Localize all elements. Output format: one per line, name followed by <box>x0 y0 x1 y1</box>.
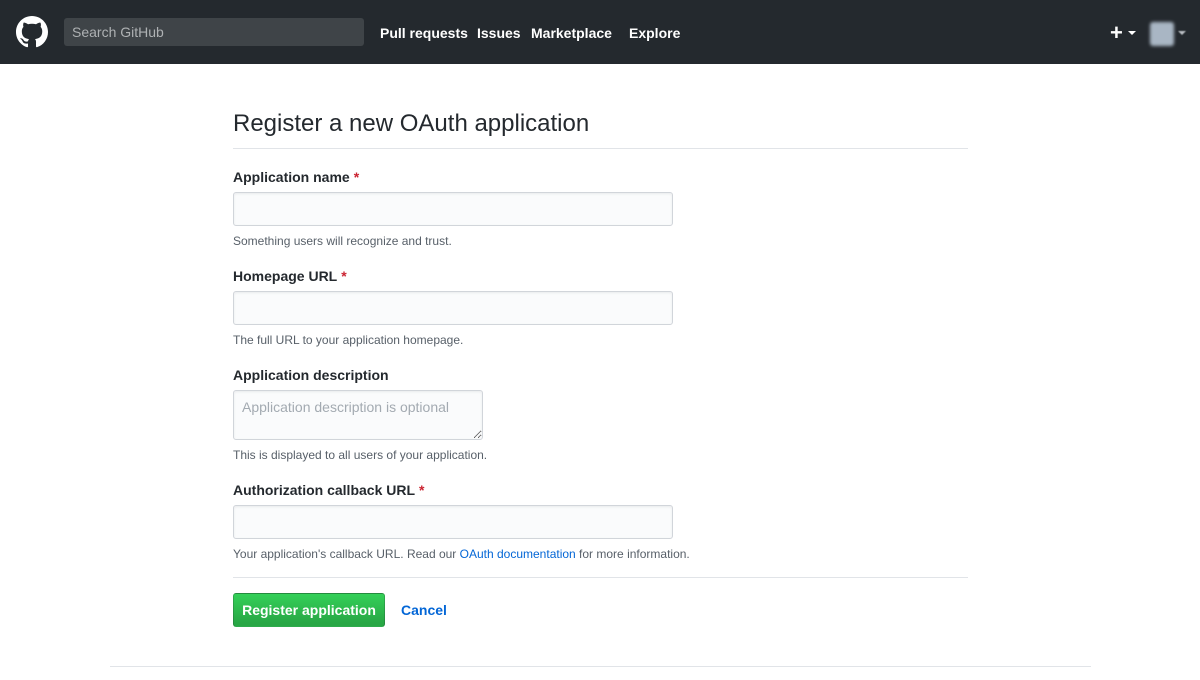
app-name-input[interactable] <box>233 192 673 226</box>
app-name-note: Something users will recognize and trust… <box>233 234 452 248</box>
form-actions-divider <box>233 577 968 578</box>
required-marker: * <box>341 268 347 284</box>
nav-issues[interactable]: Issues <box>477 24 521 42</box>
homepage-url-label-text: Homepage URL <box>233 268 338 284</box>
top-header: Pull requests Issues Marketplace Explore… <box>0 0 1200 64</box>
app-name-label-text: Application name <box>233 169 350 185</box>
callback-url-note: Your application's callback URL. Read ou… <box>233 546 690 562</box>
avatar-caret-icon <box>1178 31 1186 35</box>
create-new-dropdown[interactable]: + <box>1110 22 1138 44</box>
homepage-url-note: The full URL to your application homepag… <box>233 333 464 347</box>
plus-icon: + <box>1110 20 1123 45</box>
app-description-label-text: Application description <box>233 367 389 383</box>
page-title: Register a new OAuth application <box>233 110 590 137</box>
caret-down-icon <box>1128 31 1136 35</box>
app-description-textarea[interactable] <box>233 390 483 440</box>
title-divider <box>233 148 968 149</box>
homepage-url-label: Homepage URL * <box>233 267 347 285</box>
app-description-label: Application description <box>233 366 389 384</box>
register-application-button[interactable]: Register application <box>233 593 385 627</box>
homepage-url-input[interactable] <box>233 291 673 325</box>
oauth-documentation-link[interactable]: OAuth documentation <box>460 547 576 561</box>
search-input[interactable] <box>64 18 364 46</box>
callback-note-text-end: for more information. <box>575 547 690 561</box>
nav-marketplace[interactable]: Marketplace <box>531 24 612 42</box>
required-marker: * <box>353 169 360 185</box>
required-marker: * <box>419 482 425 498</box>
footer-divider <box>110 666 1091 667</box>
app-name-label: Application name * <box>233 168 359 186</box>
callback-note-text: Your application's callback URL. Read ou… <box>233 547 460 561</box>
cancel-link[interactable]: Cancel <box>401 602 447 618</box>
github-logo-icon[interactable] <box>16 16 48 48</box>
app-description-note: This is displayed to all users of your a… <box>233 448 488 462</box>
nav-pull-requests[interactable]: Pull requests <box>380 24 468 42</box>
avatar[interactable] <box>1150 22 1174 46</box>
nav-explore[interactable]: Explore <box>629 24 680 42</box>
callback-url-label: Authorization callback URL * <box>233 481 424 499</box>
callback-url-input[interactable] <box>233 505 673 539</box>
callback-url-label-text: Authorization callback URL <box>233 482 416 498</box>
